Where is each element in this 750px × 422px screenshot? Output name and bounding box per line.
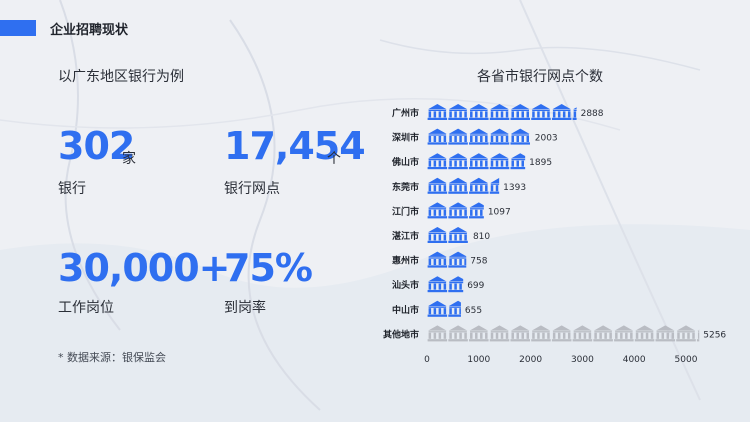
category-label: 东莞市 [392, 181, 419, 193]
value-label: 2003 [535, 134, 558, 144]
pictograph-bar [427, 128, 530, 145]
pictograph-chart: 广州市 2888 深圳市 2003 佛山市 1895 东莞市 1393 江门市 1097 湛江市 81… [383, 104, 726, 365]
category-label: 湛江市 [392, 230, 419, 242]
value-label: 810 [473, 232, 490, 242]
pictograph-bar [427, 153, 526, 170]
pictograph-bar [427, 202, 484, 219]
category-label: 佛山市 [391, 156, 419, 168]
value-label: 5256 [703, 330, 726, 340]
category-label: 其他地市 [383, 328, 419, 340]
pictograph-bar [427, 177, 500, 194]
value-label: 1895 [529, 158, 552, 168]
category-label: 惠州市 [392, 255, 419, 267]
value-label: 758 [470, 257, 487, 267]
category-label: 江门市 [392, 205, 419, 217]
x-tick-label: 5000 [675, 355, 698, 365]
x-tick-label: 1000 [467, 355, 490, 365]
category-label: 汕头市 [392, 279, 419, 291]
x-tick-label: 2000 [519, 355, 542, 365]
x-tick-label: 4000 [623, 355, 646, 365]
pictograph-bar [427, 104, 577, 120]
category-label: 广州市 [392, 107, 419, 119]
value-label: 1393 [503, 183, 526, 193]
x-tick-label: 0 [424, 355, 430, 365]
pictograph-bar [427, 276, 464, 293]
value-label: 655 [465, 306, 482, 316]
pictograph-bar [427, 325, 700, 342]
category-label: 深圳市 [392, 132, 419, 144]
value-label: 699 [467, 281, 484, 291]
x-tick-label: 3000 [571, 355, 594, 365]
pictograph-bar [427, 300, 461, 317]
category-label: 中山市 [392, 304, 419, 316]
value-label: 2888 [581, 109, 604, 119]
pictograph-bar [427, 251, 467, 268]
value-label: 1097 [488, 207, 511, 217]
